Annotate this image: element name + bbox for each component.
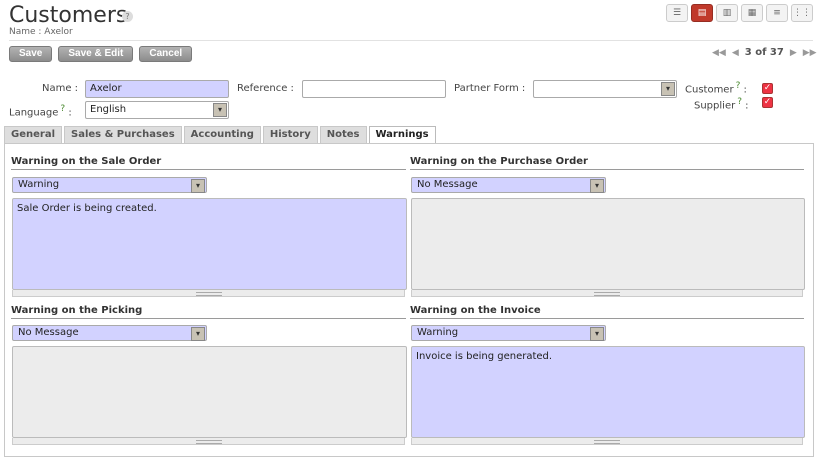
language-label: Language? : xyxy=(9,104,72,119)
tab-accounting[interactable]: Accounting xyxy=(183,126,261,143)
kanban-view-icon[interactable]: ⋮⋮ xyxy=(791,4,813,22)
help-icon[interactable]: ? xyxy=(122,11,133,22)
supplier-checkbox[interactable]: ✓ xyxy=(762,97,773,108)
last-record-icon[interactable]: ▶▶ xyxy=(803,48,817,58)
partner-form-select[interactable]: ▾ xyxy=(533,80,677,98)
supplier-label: Supplier? : xyxy=(694,97,749,112)
invoice-warning-title: Warning on the Invoice xyxy=(410,305,541,316)
chevron-down-icon[interactable]: ▾ xyxy=(191,327,205,341)
resize-handle[interactable] xyxy=(411,290,803,297)
name-label: Name : xyxy=(42,83,79,94)
customer-checkbox[interactable]: ✓ xyxy=(762,83,773,94)
picking-warning-title: Warning on the Picking xyxy=(11,305,143,316)
gantt-view-icon[interactable]: ≡ xyxy=(766,4,788,22)
tab-bar: General Sales & Purchases Accounting His… xyxy=(4,126,436,144)
header-divider xyxy=(9,40,813,41)
chevron-down-icon[interactable]: ▾ xyxy=(213,103,227,117)
next-record-icon[interactable]: ▶ xyxy=(790,48,797,58)
name-input[interactable]: Axelor xyxy=(85,80,229,98)
section-divider xyxy=(410,318,804,319)
section-divider xyxy=(410,169,804,170)
invoice-warning-select[interactable]: Warning ▾ xyxy=(411,325,606,341)
calendar-view-icon[interactable]: ▦ xyxy=(741,4,763,22)
section-divider xyxy=(11,169,406,170)
view-switcher: ☰ ▤ ▥ ▦ ≡ ⋮⋮ xyxy=(666,4,813,22)
save-button[interactable]: Save xyxy=(9,46,53,62)
tab-notes[interactable]: Notes xyxy=(319,126,367,143)
save-edit-button[interactable]: Save & Edit xyxy=(58,46,134,62)
chevron-down-icon[interactable]: ▾ xyxy=(191,179,205,193)
picking-warning-select[interactable]: No Message ▾ xyxy=(12,325,207,341)
language-value: English xyxy=(90,104,127,115)
chevron-down-icon[interactable]: ▾ xyxy=(590,179,604,193)
help-icon[interactable]: ? xyxy=(60,104,65,114)
action-bar: Save Save & Edit Cancel xyxy=(9,46,193,62)
invoice-warning-textarea[interactable]: Invoice is being generated. xyxy=(411,346,805,438)
first-record-icon[interactable]: ◀◀ xyxy=(712,48,726,58)
reference-label: Reference : xyxy=(237,83,294,94)
resize-handle[interactable] xyxy=(411,438,803,445)
purchase-warning-textarea[interactable] xyxy=(411,198,805,290)
list-view-icon[interactable]: ☰ xyxy=(666,4,688,22)
pager: ◀◀ ◀ 3 of 37 ▶ ▶▶ xyxy=(712,47,817,58)
partner-form-label: Partner Form : xyxy=(454,83,526,94)
page-title: Customers xyxy=(9,3,128,28)
help-icon[interactable]: ? xyxy=(737,97,742,107)
customer-label: Customer? : xyxy=(685,81,747,96)
resize-handle[interactable] xyxy=(12,438,405,445)
language-select[interactable]: English ▾ xyxy=(85,101,229,119)
pager-count: 3 of 37 xyxy=(744,47,784,58)
purchase-warning-select[interactable]: No Message ▾ xyxy=(411,177,606,193)
tab-warnings[interactable]: Warnings xyxy=(368,126,436,144)
page-header: Customers ? Name : Axelor ☰ ▤ ▥ ▦ ≡ ⋮⋮ xyxy=(0,0,822,40)
tab-history[interactable]: History xyxy=(262,126,318,143)
previous-record-icon[interactable]: ◀ xyxy=(732,48,739,58)
purchase-warning-title: Warning on the Purchase Order xyxy=(410,156,588,167)
sale-warning-textarea[interactable]: Sale Order is being created. xyxy=(12,198,407,290)
section-divider xyxy=(11,318,406,319)
sale-warning-title: Warning on the Sale Order xyxy=(11,156,162,167)
form-view-icon[interactable]: ▤ xyxy=(691,4,713,22)
cancel-button[interactable]: Cancel xyxy=(139,46,193,62)
record-subtitle: Name : Axelor xyxy=(9,27,73,37)
tab-sales-purchases[interactable]: Sales & Purchases xyxy=(64,126,182,143)
chevron-down-icon[interactable]: ▾ xyxy=(590,327,604,341)
chart-view-icon[interactable]: ▥ xyxy=(716,4,738,22)
sale-warning-select[interactable]: Warning ▾ xyxy=(12,177,207,193)
picking-warning-textarea[interactable] xyxy=(12,346,407,438)
reference-input[interactable] xyxy=(302,80,446,98)
help-icon[interactable]: ? xyxy=(736,81,741,91)
resize-handle[interactable] xyxy=(12,290,405,297)
chevron-down-icon[interactable]: ▾ xyxy=(661,82,675,96)
tab-general[interactable]: General xyxy=(4,126,62,143)
